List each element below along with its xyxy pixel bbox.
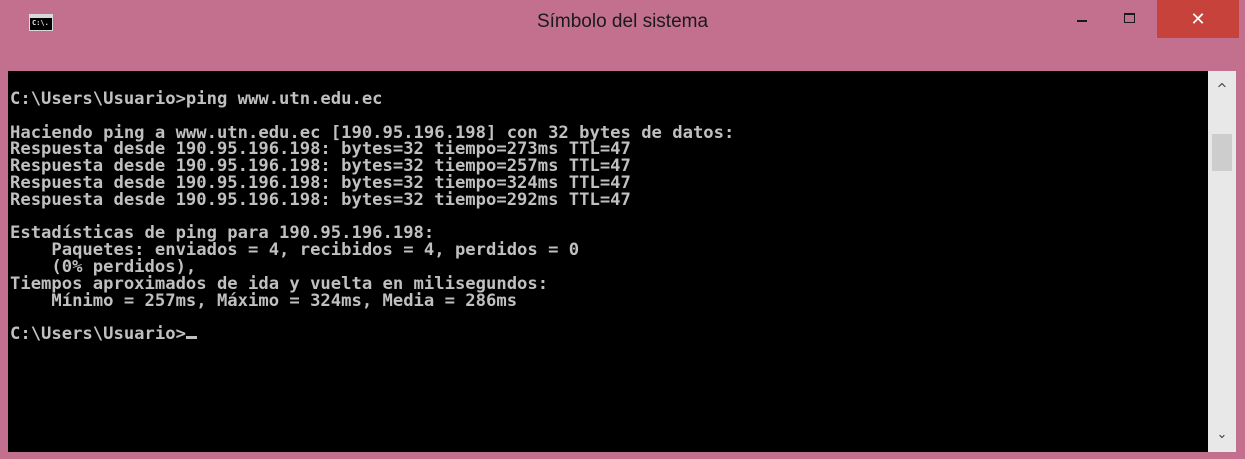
console-output[interactable]: C:\Users\Usuario>ping www.utn.edu.ec Haci… — [8, 71, 1208, 452]
prompt-line[interactable]: C:\Users\Usuario> — [10, 326, 1208, 343]
scroll-down-icon[interactable]: ⌄ — [1208, 420, 1236, 450]
vertical-scrollbar[interactable]: ^ ⌄ — [1208, 71, 1236, 452]
maximize-button[interactable] — [1110, 0, 1150, 38]
scroll-up-icon[interactable]: ^ — [1208, 75, 1236, 105]
console-line: Mínimo = 257ms, Máximo = 324ms, Media = … — [10, 290, 518, 311]
command-prompt: C:\Users\Usuario> — [10, 324, 186, 345]
command-prompt-window: C:\. Símbolo del sistema ✕ C:\Users\Usua… — [0, 0, 1245, 459]
window-title: Símbolo del sistema — [536, 11, 709, 32]
console-text: C:\Users\Usuario>ping www.utn.edu.ec Haci… — [8, 71, 1208, 343]
minimize-icon — [1077, 20, 1087, 22]
title-bar[interactable]: C:\. Símbolo del sistema ✕ — [0, 0, 1245, 38]
close-button[interactable]: ✕ — [1157, 0, 1239, 38]
console-line: Respuesta desde 190.95.196.198: bytes=32… — [10, 189, 631, 210]
maximize-icon — [1124, 13, 1135, 23]
console-line: C:\Users\Usuario>ping www.utn.edu.ec — [10, 89, 383, 109]
scroll-thumb[interactable] — [1212, 134, 1232, 171]
text-cursor — [185, 336, 197, 340]
minimize-button[interactable] — [1062, 0, 1102, 38]
close-icon: ✕ — [1190, 9, 1206, 30]
